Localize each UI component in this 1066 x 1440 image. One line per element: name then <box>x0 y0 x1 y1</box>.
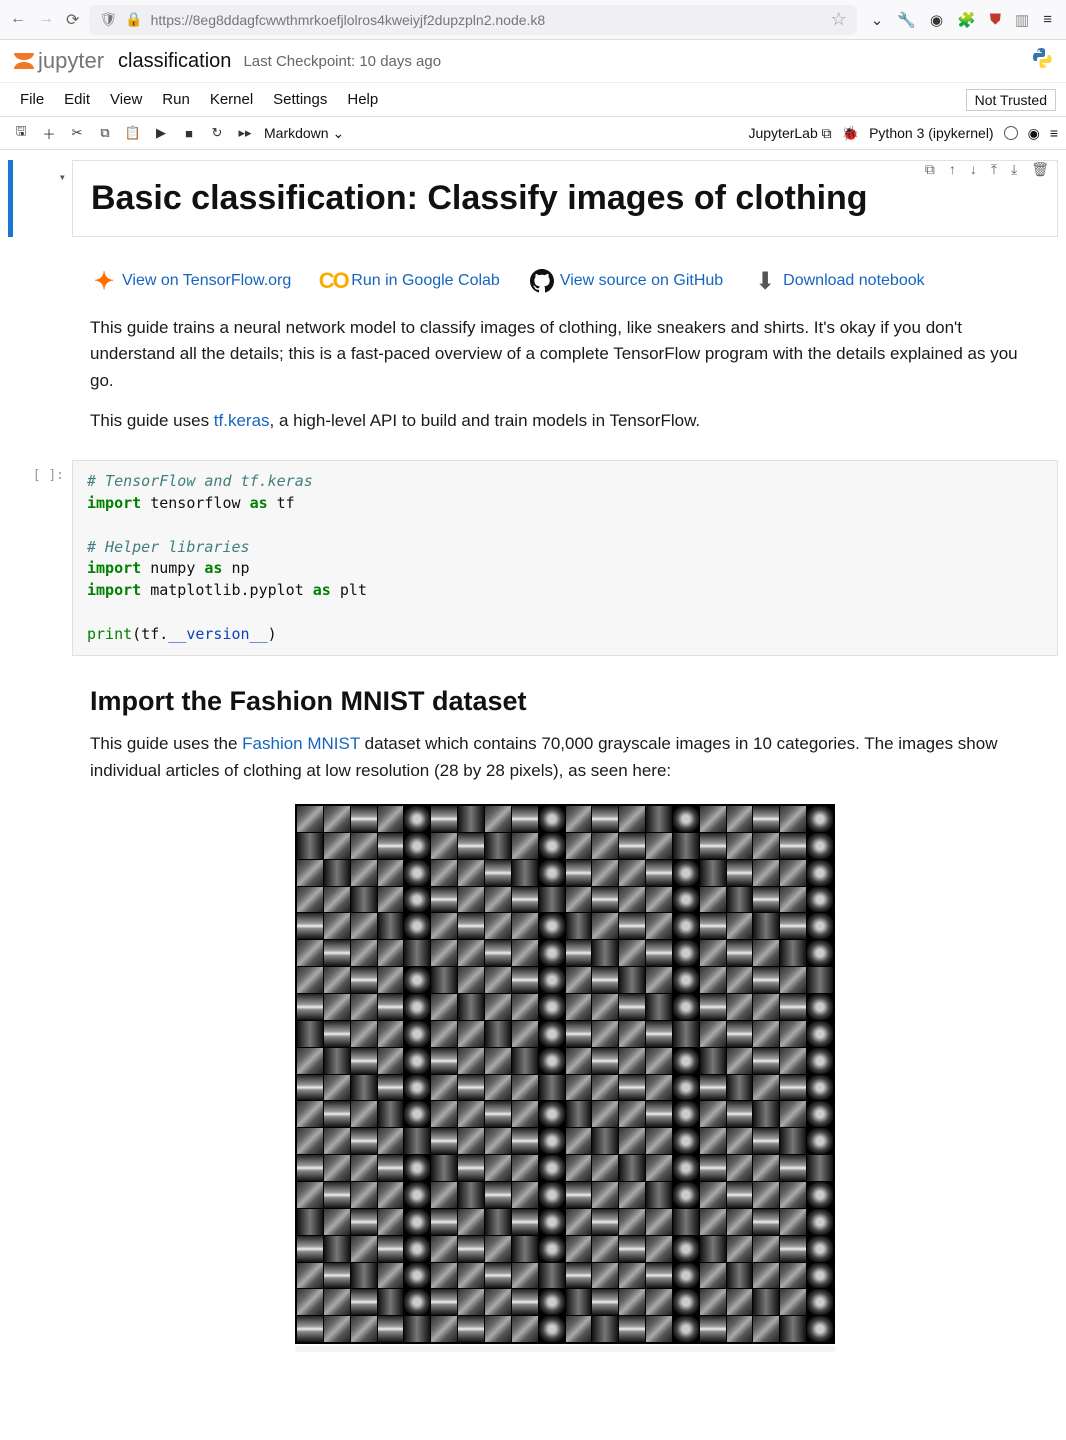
add-cell-button[interactable]: ＋ <box>36 121 62 145</box>
figure-mnist: Figure 1. Fashion-MNIST samples (by Zala… <box>90 804 1040 1352</box>
reload-button[interactable]: ⟳ <box>66 10 79 30</box>
paste-button[interactable]: 📋 <box>120 121 146 145</box>
menu-run[interactable]: Run <box>152 87 200 112</box>
save-button[interactable]: 🖫 <box>8 121 34 145</box>
insert-below-icon[interactable]: ⤓ <box>1007 159 1021 180</box>
url-bar[interactable]: 🛡 🔒 https://8eg8ddagfcwwthmrkoefjlolros4… <box>89 5 856 35</box>
jupyter-header: jupyter classification Last Checkpoint: … <box>0 40 1066 83</box>
code-content[interactable]: # TensorFlow and tf.keras import tensorf… <box>87 471 1043 645</box>
cell-markdown-import-dataset[interactable]: Import the Fashion MNIST dataset This gu… <box>8 664 1058 1352</box>
link-github[interactable]: View source on GitHub <box>528 267 723 295</box>
tfkeras-link[interactable]: tf.keras <box>214 411 270 430</box>
delete-cell-icon[interactable]: 🗑 <box>1027 159 1053 180</box>
forward-button[interactable]: → <box>38 10 54 30</box>
run-button[interactable]: ▶ <box>148 121 174 145</box>
notebook-name[interactable]: classification <box>118 50 231 73</box>
kernel-name[interactable]: Python 3 (ipykernel) <box>869 125 994 141</box>
pocket-icon[interactable]: ⌄ <box>871 11 884 29</box>
ublock-icon[interactable]: ⛊ <box>990 11 1001 28</box>
move-up-icon[interactable]: ↑ <box>945 159 960 180</box>
star-icon[interactable]: ☆ <box>831 9 847 30</box>
menu-settings[interactable]: Settings <box>263 87 337 112</box>
menu-view[interactable]: View <box>100 87 152 112</box>
menubar: File Edit View Run Kernel Settings Help … <box>0 83 1066 117</box>
jupyterlab-link[interactable]: JupyterLab ⧉ <box>748 125 831 142</box>
bug-icon[interactable]: 🐞 <box>842 125 859 142</box>
intro-paragraph-1: This guide trains a neural network model… <box>90 315 1040 394</box>
chevron-down-icon: ⌄ <box>332 125 344 141</box>
notebook-area: ▾ ⧉ ↑ ↓ ⤒ ⤓ 🗑 Basic classification: Clas… <box>0 150 1066 1352</box>
lock-icon: 🔒 <box>125 11 142 28</box>
github-icon <box>528 267 556 295</box>
cell-markdown-title[interactable]: ▾ ⧉ ↑ ↓ ⤒ ⤓ 🗑 Basic classification: Clas… <box>8 160 1058 237</box>
python-logo-icon <box>1030 46 1054 76</box>
cell-markdown-intro[interactable]: ✦ View on TensorFlow.org CO Run in Googl… <box>8 245 1058 452</box>
cut-button[interactable]: ✂ <box>64 121 90 145</box>
menu-file[interactable]: File <box>10 87 54 112</box>
browser-extensions: ⌄ 🔧 ◉ 🧩 ⛊ ▥ ≡ <box>867 11 1056 29</box>
browser-toolbar: ← → ⟳ 🛡 🔒 https://8eg8ddagfcwwthmrkoefjl… <box>0 0 1066 40</box>
trusted-badge[interactable]: Not Trusted <box>966 89 1056 111</box>
notification-icon[interactable]: ◉ <box>1028 125 1040 142</box>
hamburger-icon[interactable]: ≡ <box>1043 11 1052 28</box>
figure-caption: Figure 1. Fashion-MNIST samples (by Zala… <box>295 1346 835 1352</box>
code-prompt: [ ]: <box>8 460 72 656</box>
extensions-icon[interactable]: 🧩 <box>957 11 976 29</box>
cell-toolbar: ⧉ ↑ ↓ ⤒ ⤓ 🗑 <box>921 159 1053 180</box>
import-heading: Import the Fashion MNIST dataset <box>90 686 1040 717</box>
notebook-title: Basic classification: Classify images of… <box>91 179 1039 218</box>
link-colab[interactable]: CO Run in Google Colab <box>319 267 500 295</box>
menu-edit[interactable]: Edit <box>54 87 100 112</box>
toolbar: 🖫 ＋ ✂ ⧉ 📋 ▶ ■ ↻ ▸▸ Markdown ⌄ JupyterLab… <box>0 117 1066 150</box>
jupyter-logo-text: jupyter <box>38 48 104 74</box>
external-link-icon: ⧉ <box>822 125 832 141</box>
back-button[interactable]: ← <box>10 10 26 30</box>
fashion-mnist-link[interactable]: Fashion MNIST <box>242 734 360 753</box>
mnist-grid-image <box>295 804 835 1344</box>
restart-button[interactable]: ↻ <box>204 121 230 145</box>
url-text: https://8eg8ddagfcwwthmrkoefjlolros4kwei… <box>151 12 823 28</box>
checkpoint-text: Last Checkpoint: 10 days ago <box>243 53 441 70</box>
dark-circle-icon[interactable]: ◉ <box>930 11 943 29</box>
stop-button[interactable]: ■ <box>176 121 202 145</box>
panel-icon[interactable]: ▥ <box>1015 11 1029 29</box>
fastforward-button[interactable]: ▸▸ <box>232 121 258 145</box>
collapse-caret-icon[interactable]: ▾ <box>59 170 66 184</box>
copy-button[interactable]: ⧉ <box>92 121 118 145</box>
cell-code-imports[interactable]: [ ]: # TensorFlow and tf.keras import te… <box>8 460 1058 656</box>
insert-above-icon[interactable]: ⤒ <box>987 159 1001 180</box>
shield-icon: 🛡 <box>99 11 117 28</box>
duplicate-cell-icon[interactable]: ⧉ <box>921 159 939 180</box>
intro-paragraph-2: This guide uses tf.keras, a high-level A… <box>90 408 1040 434</box>
jupyter-logo-icon <box>12 49 36 73</box>
kernel-status-icon <box>1004 126 1018 140</box>
download-icon: ⬇ <box>751 267 779 295</box>
wrench-icon[interactable]: 🔧 <box>897 11 916 29</box>
jupyter-logo[interactable]: jupyter <box>12 48 104 74</box>
cell-type-select[interactable]: Markdown ⌄ <box>260 123 348 144</box>
menu-help[interactable]: Help <box>337 87 388 112</box>
link-tensorflow[interactable]: ✦ View on TensorFlow.org <box>90 267 291 295</box>
colab-icon: CO <box>319 267 347 295</box>
tensorflow-icon: ✦ <box>90 267 118 295</box>
link-download[interactable]: ⬇ Download notebook <box>751 267 924 295</box>
menu-kernel[interactable]: Kernel <box>200 87 263 112</box>
move-down-icon[interactable]: ↓ <box>966 159 981 180</box>
more-icon[interactable]: ≡ <box>1050 125 1058 141</box>
import-paragraph: This guide uses the Fashion MNIST datase… <box>90 731 1040 784</box>
resource-links: ✦ View on TensorFlow.org CO Run in Googl… <box>90 249 1040 301</box>
